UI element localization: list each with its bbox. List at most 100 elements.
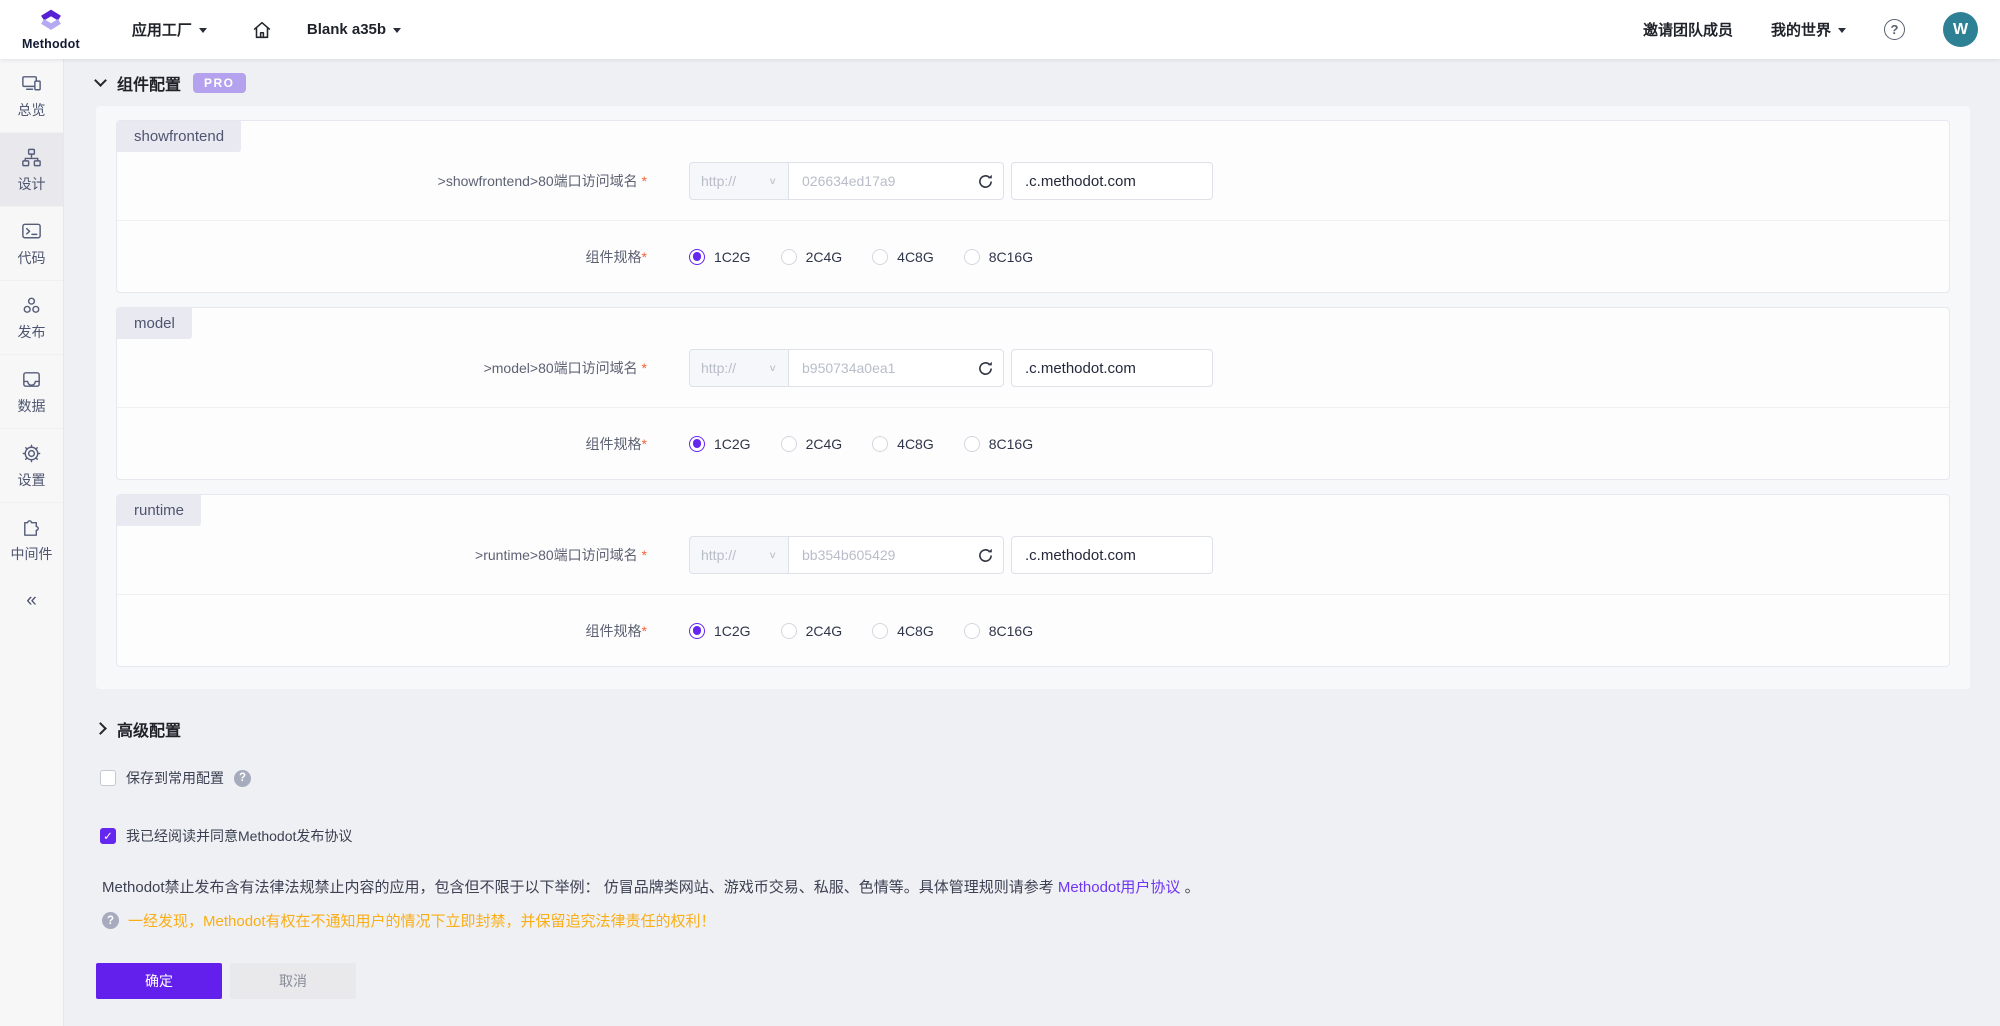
policy-end: 。 — [1185, 879, 1200, 896]
spec-row: 组件规格* 1C2G 2C4G 4C8G 8C16G — [117, 408, 1949, 479]
domain-suffix-value: .c.methodot.com — [1025, 547, 1136, 564]
spec-radio-8c16g[interactable]: 8C16G — [964, 436, 1033, 452]
required-star: * — [642, 623, 647, 639]
chevron-down-icon: ∨ — [768, 362, 777, 373]
required-star: * — [642, 436, 647, 452]
chevron-down-icon — [199, 28, 207, 33]
radio-label: 4C8G — [897, 623, 934, 639]
home-button[interactable] — [251, 19, 273, 41]
cancel-button[interactable]: 取消 — [230, 963, 356, 999]
avatar-initial: W — [1953, 21, 1968, 39]
spec-radio-4c8g[interactable]: 4C8G — [872, 623, 934, 639]
app-factory-label: 应用工厂 — [132, 19, 192, 40]
radio-icon — [872, 623, 888, 639]
spec-radio-1c2g[interactable]: 1C2G — [689, 623, 751, 639]
app-factory-menu[interactable]: 应用工厂 — [132, 19, 207, 40]
spec-radio-1c2g[interactable]: 1C2G — [689, 249, 751, 265]
spec-radio-1c2g[interactable]: 1C2G — [689, 436, 751, 452]
spec-radio-4c8g[interactable]: 4C8G — [872, 436, 934, 452]
invite-members-button[interactable]: 邀请团队成员 — [1643, 19, 1733, 40]
radio-icon — [781, 249, 797, 265]
sidebar-item-publish[interactable]: 发布 — [0, 280, 63, 354]
sidebar-item-data[interactable]: 数据 — [0, 354, 63, 428]
domain-suffix-input[interactable]: .c.methodot.com — [1011, 536, 1213, 574]
subdomain-input[interactable]: 026634ed17a9 — [789, 162, 1004, 200]
subdomain-value: 026634ed17a9 — [802, 173, 895, 189]
radio-label: 8C16G — [989, 623, 1033, 639]
radio-icon — [964, 436, 980, 452]
my-world-label: 我的世界 — [1771, 19, 1831, 40]
spec-radio-2c4g[interactable]: 2C4G — [781, 249, 843, 265]
save-common-config-row: 保存到常用配置 ? — [100, 768, 1970, 788]
required-star: * — [642, 173, 647, 189]
sidebar-item-overview[interactable]: 总览 — [0, 59, 63, 132]
spec-radio-8c16g[interactable]: 8C16G — [964, 623, 1033, 639]
project-switcher[interactable]: Blank a35b — [307, 21, 401, 38]
sidebar-item-middleware[interactable]: 中间件 — [0, 502, 63, 576]
advanced-title: 高级配置 — [117, 717, 181, 741]
spec-radio-4c8g[interactable]: 4C8G — [872, 249, 934, 265]
radio-label: 2C4G — [806, 436, 843, 452]
spec-radio-2c4g[interactable]: 2C4G — [781, 436, 843, 452]
agreement-checkbox[interactable]: ✓ — [100, 828, 116, 844]
component-card-model: model >model>80端口访问域名 * http:// ∨ b95073… — [116, 307, 1950, 480]
sidebar-item-code[interactable]: 代码 — [0, 206, 63, 280]
main-content: 组件配置 PRO showfrontend >showfrontend>80端口… — [64, 59, 2000, 1026]
methodot-logo[interactable]: Methodot — [22, 8, 80, 51]
domain-suffix-input[interactable]: .c.methodot.com — [1011, 349, 1213, 387]
monitor-icon — [20, 72, 43, 95]
sidebar-item-design[interactable]: 设计 — [0, 132, 63, 206]
component-card-runtime: runtime >runtime>80端口访问域名 * http:// ∨ bb… — [116, 494, 1950, 667]
action-bar: 确定 取消 — [96, 963, 1970, 999]
protocol-value: http:// — [701, 173, 736, 189]
component-name-tab: showfrontend — [117, 121, 241, 152]
radio-icon — [872, 436, 888, 452]
domain-row: >model>80端口访问域名 * http:// ∨ b950734a0ea1 — [117, 339, 1949, 407]
spec-row: 组件规格* 1C2G 2C4G 4C8G 8C16G — [117, 221, 1949, 292]
policy-text: Methodot禁止发布含有法律法规禁止内容的应用，包含但不限于以下举例： 仿冒… — [102, 879, 1054, 896]
refresh-icon[interactable] — [977, 547, 994, 564]
refresh-icon[interactable] — [977, 360, 994, 377]
domain-suffix-input[interactable]: .c.methodot.com — [1011, 162, 1213, 200]
subdomain-value: bb354b605429 — [802, 547, 895, 563]
question-icon[interactable]: ? — [234, 770, 251, 787]
domain-row: >showfrontend>80端口访问域名 * http:// ∨ 02663… — [117, 152, 1949, 220]
domain-field-label: >runtime>80端口访问域名 * — [117, 545, 647, 565]
protocol-select[interactable]: http:// ∨ — [689, 536, 789, 574]
help-glyph: ? — [1891, 22, 1899, 37]
sidebar-item-settings[interactable]: 设置 — [0, 428, 63, 502]
save-common-label: 保存到常用配置 — [126, 768, 224, 788]
chevron-down-icon — [94, 74, 107, 87]
spec-label-text: 组件规格 — [586, 249, 642, 265]
left-sidebar: 总览 设计 代码 发布 数据 设置 — [0, 59, 64, 1026]
project-name: Blank a35b — [307, 21, 386, 38]
sidebar-collapse-button[interactable]: « — [0, 582, 63, 620]
domain-field-label: >model>80端口访问域名 * — [117, 358, 647, 378]
required-star: * — [642, 249, 647, 265]
spec-radio-group: 1C2G 2C4G 4C8G 8C16G — [689, 623, 1033, 639]
sidebar-label: 总览 — [18, 100, 46, 120]
refresh-icon[interactable] — [977, 173, 994, 190]
radio-icon — [781, 623, 797, 639]
confirm-button[interactable]: 确定 — [96, 963, 222, 999]
protocol-value: http:// — [701, 360, 736, 376]
component-name-tab: runtime — [117, 495, 201, 526]
help-icon[interactable]: ? — [1884, 19, 1905, 40]
spec-row: 组件规格* 1C2G 2C4G 4C8G 8C16G — [117, 595, 1949, 666]
policy-agreement-link[interactable]: Methodot用户协议 — [1058, 879, 1181, 896]
spec-radio-8c16g[interactable]: 8C16G — [964, 249, 1033, 265]
save-common-checkbox[interactable] — [100, 770, 116, 786]
protocol-select[interactable]: http:// ∨ — [689, 162, 789, 200]
warning-text: 一经发现，Methodot有权在不通知用户的情况下立即封禁，并保留追究法律责任的… — [128, 910, 716, 931]
protocol-select[interactable]: http:// ∨ — [689, 349, 789, 387]
advanced-config-toggle[interactable]: 高级配置 — [96, 705, 1970, 752]
domain-field-label: >showfrontend>80端口访问域名 * — [117, 171, 647, 191]
spec-radio-2c4g[interactable]: 2C4G — [781, 623, 843, 639]
subdomain-input[interactable]: bb354b605429 — [789, 536, 1004, 574]
user-avatar[interactable]: W — [1943, 12, 1978, 47]
subdomain-input[interactable]: b950734a0ea1 — [789, 349, 1004, 387]
radio-icon — [964, 249, 980, 265]
my-world-menu[interactable]: 我的世界 — [1771, 19, 1846, 40]
component-config-toggle[interactable]: 组件配置 PRO — [96, 59, 1970, 106]
invite-members-label: 邀请团队成员 — [1643, 19, 1733, 40]
